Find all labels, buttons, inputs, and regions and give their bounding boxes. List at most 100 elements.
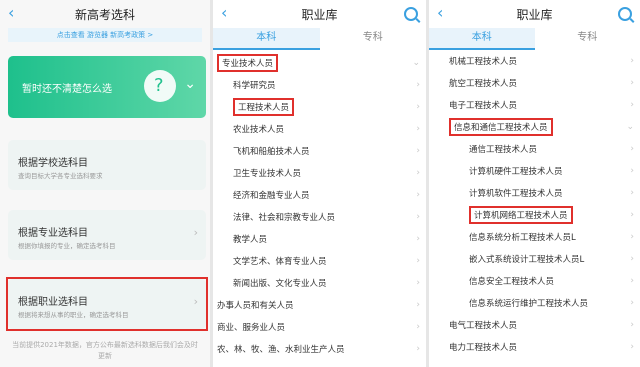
chevron-down-icon: ⌄ bbox=[184, 76, 196, 92]
chevron-down-icon: ⌄ bbox=[626, 122, 634, 132]
chevron-right-icon: › bbox=[630, 188, 634, 198]
search-icon[interactable] bbox=[618, 7, 632, 21]
help-banner[interactable]: 暂时还不清楚怎么选 ⌄ bbox=[8, 56, 206, 118]
list-item-label: 电子工程技术人员 bbox=[449, 101, 518, 111]
chevron-right-icon: › bbox=[416, 190, 420, 200]
chevron-right-icon: › bbox=[630, 320, 634, 330]
list-item-label: 商业、服务业人员 bbox=[217, 323, 286, 333]
list-item[interactable]: 嵌入式系统设计工程技术人员L › bbox=[429, 248, 640, 270]
chevron-right-icon: › bbox=[193, 226, 198, 239]
list-item[interactable]: 法律、社会和宗教专业人员 › bbox=[213, 206, 426, 228]
list-item[interactable]: 电气工程技术人员 › bbox=[429, 314, 640, 336]
panel-career-library-1: ‹ 职业库 本科 专科 专业技术人员 ⌄ 科学研究员 › 工程技术人员 › 农业技术人员 › 飞… bbox=[213, 0, 426, 367]
list-item-label: 文学艺术、体育专业人员 bbox=[233, 257, 327, 267]
degree-tabs: 本科 专科 bbox=[213, 28, 426, 50]
list-item-label: 信息系统运行维护工程技术人员 bbox=[469, 299, 589, 309]
list-item-label: 新闻出版、文化专业人员 bbox=[233, 279, 327, 289]
list-item[interactable]: 信息和通信工程技术人员 ⌄ bbox=[429, 116, 640, 138]
chevron-right-icon: › bbox=[416, 278, 420, 288]
panel3-header: ‹ 职业库 bbox=[429, 0, 640, 28]
data-footer-note: 当前提供2021年数据，官方公布最新选科数据后我们会及时更新 bbox=[12, 341, 198, 360]
list-item[interactable]: 卫生专业技术人员 › bbox=[213, 162, 426, 184]
chevron-right-icon: › bbox=[630, 298, 634, 308]
career-list: 专业技术人员 ⌄ 科学研究员 › 工程技术人员 › 农业技术人员 › 飞机和船舶技术人员 › 卫生专… bbox=[213, 52, 426, 360]
card-desc: 根据你填报的专业，确定选考科目 bbox=[18, 242, 116, 250]
list-item-label: 法律、社会和宗教专业人员 bbox=[233, 213, 336, 223]
policy-notice-link[interactable]: 点击查看 游览器 新高考政策 > bbox=[8, 28, 202, 42]
list-item[interactable]: 专业技术人员 ⌄ bbox=[213, 52, 426, 74]
list-item-label: 电气工程技术人员 bbox=[449, 321, 518, 331]
list-item[interactable]: 计算机网络工程技术人员 › bbox=[429, 204, 640, 226]
panel2-header: ‹ 职业库 bbox=[213, 0, 426, 28]
card-by-school[interactable]: 根据学校选科目 查询目标大学各专业选科要求 bbox=[8, 140, 206, 190]
list-item-label: 信息系统分析工程技术人员L bbox=[469, 233, 576, 243]
list-item-label: 机械工程技术人员 bbox=[449, 57, 518, 67]
list-item-label: 飞机和船舶技术人员 bbox=[233, 147, 310, 157]
panel1-header: ‹ 新高考选科 bbox=[0, 0, 210, 28]
list-item[interactable]: 经济和金融专业人员 › bbox=[213, 184, 426, 206]
search-icon[interactable] bbox=[404, 7, 418, 21]
list-item[interactable]: 机械工程技术人员 › bbox=[429, 50, 640, 72]
list-item-label: 教学人员 bbox=[233, 235, 268, 245]
chevron-right-icon: › bbox=[630, 100, 634, 110]
chevron-right-icon: › bbox=[416, 344, 420, 354]
list-item[interactable]: 农业技术人员 › bbox=[213, 118, 426, 140]
list-item-label: 计算机硬件工程技术人员 bbox=[469, 167, 563, 177]
back-icon[interactable]: ‹ bbox=[221, 3, 227, 22]
tab-college[interactable]: 专科 bbox=[320, 28, 427, 50]
chevron-right-icon: › bbox=[416, 80, 420, 90]
chevron-right-icon: › bbox=[630, 56, 634, 66]
list-item[interactable]: 计算机硬件工程技术人员 › bbox=[429, 160, 640, 182]
list-item-label: 计算机软件工程技术人员 bbox=[469, 189, 563, 199]
tab-undergraduate[interactable]: 本科 bbox=[213, 28, 320, 50]
list-item[interactable]: 科学研究员 › bbox=[213, 74, 426, 96]
back-icon[interactable]: ‹ bbox=[437, 3, 443, 22]
list-item-label: 工程技术人员 bbox=[233, 98, 295, 116]
chevron-right-icon: › bbox=[630, 210, 634, 220]
chevron-right-icon: › bbox=[416, 168, 420, 178]
list-item[interactable]: 工程技术人员 › bbox=[213, 96, 426, 118]
list-item[interactable]: 办事人员和有关人员 › bbox=[213, 294, 426, 316]
list-item-label: 卫生专业技术人员 bbox=[233, 169, 302, 179]
card-title: 根据专业选科目 bbox=[18, 228, 88, 239]
chevron-right-icon: › bbox=[416, 256, 420, 266]
list-item[interactable]: 飞机和船舶技术人员 › bbox=[213, 140, 426, 162]
question-icon bbox=[144, 70, 176, 102]
chevron-right-icon: › bbox=[630, 232, 634, 242]
list-item[interactable]: 商业、服务业人员 › bbox=[213, 316, 426, 338]
career-list: 机械工程技术人员 › 航空工程技术人员 › 电子工程技术人员 › 信息和通信工程技术人员 ⌄ 通… bbox=[429, 50, 640, 358]
list-item[interactable]: 航空工程技术人员 › bbox=[429, 72, 640, 94]
chevron-right-icon: › bbox=[416, 102, 420, 112]
chevron-right-icon: › bbox=[630, 144, 634, 154]
list-item[interactable]: 教学人员 › bbox=[213, 228, 426, 250]
list-item[interactable]: 文学艺术、体育专业人员 › bbox=[213, 250, 426, 272]
back-icon[interactable]: ‹ bbox=[8, 3, 14, 22]
card-by-major[interactable]: 根据专业选科目 根据你填报的专业，确定选考科目 › bbox=[8, 210, 206, 260]
panel-career-library-2: ‹ 职业库 本科 专科 机械工程技术人员 › 航空工程技术人员 › 电子工程技术人员 › 信… bbox=[429, 0, 640, 367]
list-item[interactable]: 计算机软件工程技术人员 › bbox=[429, 182, 640, 204]
list-item[interactable]: 新闻出版、文化专业人员 › bbox=[213, 272, 426, 294]
chevron-down-icon: ⌄ bbox=[412, 58, 420, 68]
list-item-label: 经济和金融专业人员 bbox=[233, 191, 310, 201]
card-desc: 查询目标大学各专业选科要求 bbox=[18, 172, 103, 180]
list-item[interactable]: 信息安全工程技术人员 › bbox=[429, 270, 640, 292]
list-item[interactable]: 通信工程技术人员 › bbox=[429, 138, 640, 160]
card-title: 根据学校选科目 bbox=[18, 158, 88, 169]
chevron-right-icon: › bbox=[630, 166, 634, 176]
list-item[interactable]: 信息系统运行维护工程技术人员 › bbox=[429, 292, 640, 314]
list-item[interactable]: 信息系统分析工程技术人员L › bbox=[429, 226, 640, 248]
list-item[interactable]: 电子工程技术人员 › bbox=[429, 94, 640, 116]
list-item-label: 信息安全工程技术人员 bbox=[469, 277, 555, 287]
degree-tabs: 本科 专科 bbox=[429, 28, 640, 50]
list-item-label: 办事人员和有关人员 bbox=[217, 301, 294, 311]
list-item[interactable]: 农、林、牧、渔、水利业生产人员 › bbox=[213, 338, 426, 360]
list-item-label: 科学研究员 bbox=[233, 81, 276, 91]
help-banner-text: 暂时还不清楚怎么选 bbox=[22, 84, 112, 95]
chevron-right-icon: › bbox=[630, 78, 634, 88]
chevron-right-icon: › bbox=[416, 300, 420, 310]
highlight-box bbox=[6, 277, 208, 331]
list-item[interactable]: 电力工程技术人员 › bbox=[429, 336, 640, 358]
panel-subject-selection: ‹ 新高考选科 点击查看 游览器 新高考政策 > 暂时还不清楚怎么选 ⌄ 根据学… bbox=[0, 0, 210, 367]
tab-undergraduate[interactable]: 本科 bbox=[429, 28, 535, 50]
tab-college[interactable]: 专科 bbox=[535, 28, 640, 50]
